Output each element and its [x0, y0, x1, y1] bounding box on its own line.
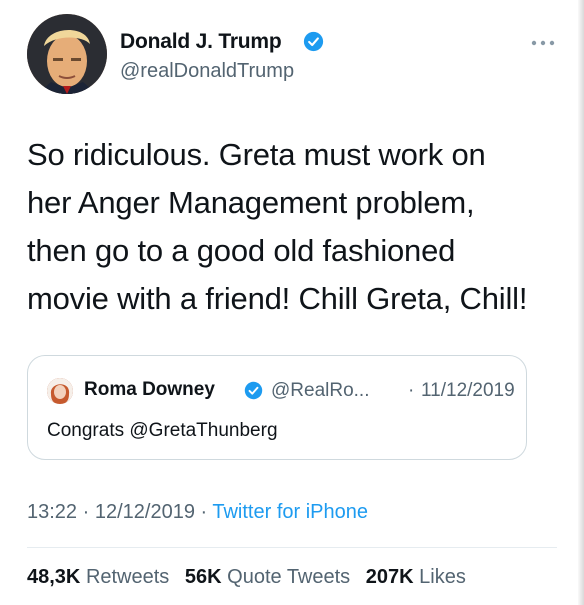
likes-count: 207K	[365, 566, 414, 588]
quoted-author-avatar[interactable]	[47, 378, 73, 404]
quoted-author-name[interactable]: Roma Downey	[84, 379, 215, 401]
tweet: Donald J. Trump @realDonaldTrump So ridi…	[0, 0, 584, 605]
retweets-stat[interactable]: 48,3K Retweets	[27, 566, 169, 588]
more-options-icon[interactable]	[528, 37, 558, 49]
tweet-text-line: movie with a friend! Chill Greta, Chill!	[27, 281, 528, 316]
quoted-author-handle[interactable]: @RealRo...	[271, 380, 370, 402]
quoted-separator: ·	[408, 380, 415, 401]
tweet-text: So ridiculous. Greta must work on her An…	[27, 131, 567, 323]
verified-badge-icon	[303, 31, 324, 52]
quoted-tweet-card[interactable]: Roma Downey @RealRo... · 11/12/2019 Cong…	[27, 355, 527, 460]
screen-edge	[578, 0, 584, 605]
author-name[interactable]: Donald J. Trump	[120, 30, 282, 54]
retweets-count: 48,3K	[27, 566, 81, 588]
author-avatar[interactable]	[27, 14, 107, 94]
quoted-avatar-face-icon	[47, 378, 73, 404]
likes-stat[interactable]: 207K Likes	[366, 566, 466, 588]
tweet-date[interactable]: 12/12/2019	[95, 501, 195, 523]
avatar-face-icon	[27, 14, 107, 94]
tweet-text-line: her Anger Management problem,	[27, 185, 475, 220]
tweet-meta: 13:22 · 12/12/2019 · Twitter for iPhone	[27, 501, 368, 524]
meta-separator: ·	[77, 501, 95, 523]
retweets-label: Retweets	[85, 566, 170, 588]
quoted-date[interactable]: 11/12/2019	[421, 380, 515, 402]
tweet-source-link[interactable]: Twitter for iPhone	[212, 501, 368, 523]
divider	[27, 547, 557, 548]
tweet-text-line: So ridiculous. Greta must work on	[27, 137, 486, 172]
tweet-text-line: then go to a good old fashioned	[27, 233, 456, 268]
quote-tweets-label: Quote Tweets	[227, 566, 351, 588]
meta-separator: ·	[194, 501, 213, 523]
quoted-verified-badge-icon	[244, 381, 263, 400]
quoted-tweet-text: Congrats @GretaThunberg	[47, 420, 278, 441]
likes-label: Likes	[419, 566, 466, 588]
author-handle[interactable]: @realDonaldTrump	[120, 60, 294, 83]
quote-tweets-stat[interactable]: 56K Quote Tweets	[185, 566, 350, 588]
tweet-time[interactable]: 13:22	[27, 501, 77, 523]
quote-tweets-count: 56K	[184, 566, 222, 588]
engagement-stats: 48,3K Retweets 56K Quote Tweets 207K Lik…	[27, 566, 476, 589]
